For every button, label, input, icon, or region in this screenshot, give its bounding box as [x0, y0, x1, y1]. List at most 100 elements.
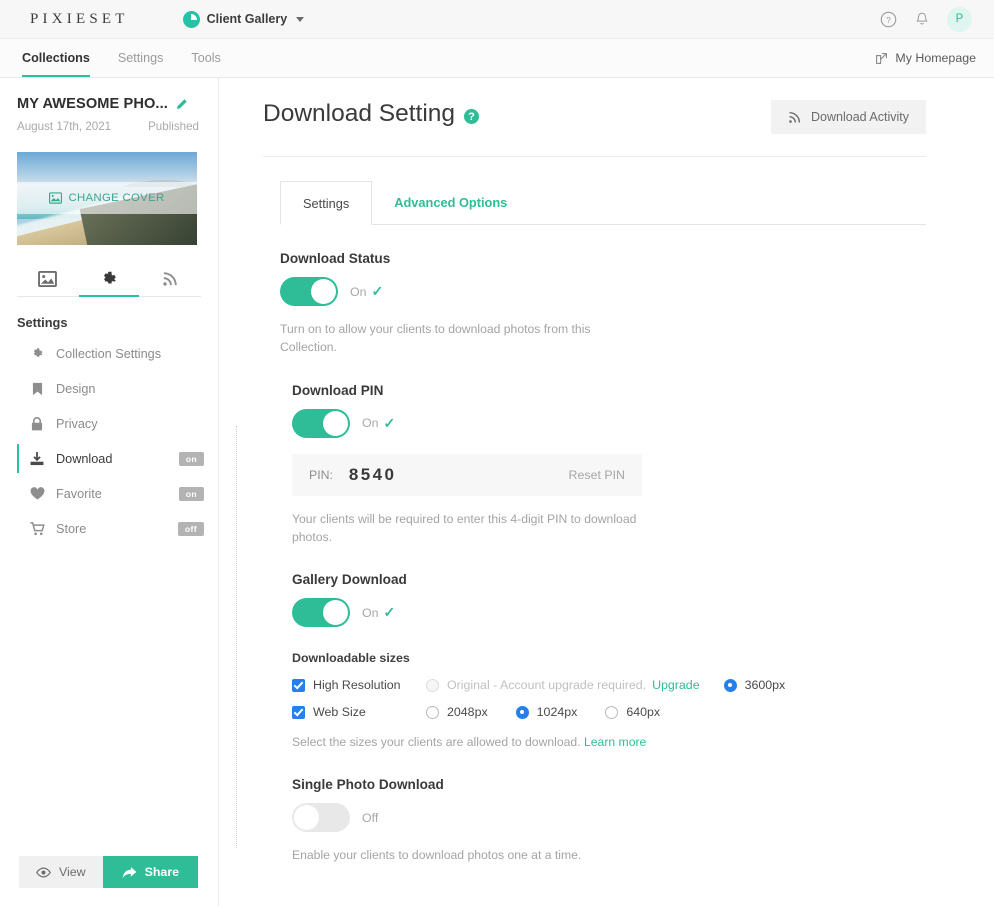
- check-icon: ✓: [383, 604, 396, 621]
- 3600px-radio[interactable]: 3600px: [723, 678, 785, 692]
- heart-icon: [29, 487, 45, 500]
- collection-date: August 17th, 2021: [17, 120, 112, 133]
- collection-title: MY AWESOME PHO...: [17, 96, 168, 112]
- high-resolution-checkbox[interactable]: High Resolution: [292, 678, 426, 692]
- help-icon[interactable]: ?: [464, 109, 480, 124]
- sidebar-item-download[interactable]: Download on: [0, 441, 218, 476]
- workspace-switcher[interactable]: Client Gallery: [182, 10, 305, 28]
- external-link-icon: [876, 52, 888, 64]
- learn-more-link[interactable]: Learn more: [584, 735, 646, 749]
- web-size-label: Web Size: [313, 705, 366, 720]
- single-photo-download-section: Single Photo Download Off Enable your cl…: [263, 751, 994, 864]
- download-pin-section: Download PIN On ✓ PIN: 8540 Reset PIN Yo…: [263, 357, 994, 547]
- upgrade-link[interactable]: Upgrade: [652, 678, 700, 692]
- settings-tabs: Settings Advanced Options: [280, 180, 926, 225]
- view-button[interactable]: View: [18, 856, 103, 888]
- sidebar-item-store[interactable]: Store off: [0, 511, 218, 546]
- toggle-knob: [294, 805, 319, 831]
- sidebar-item-collection-settings[interactable]: Collection Settings: [0, 336, 218, 371]
- sidebar-item-label: Privacy: [56, 416, 98, 431]
- single-photo-toggle[interactable]: [292, 803, 350, 833]
- gear-icon: [29, 347, 45, 360]
- download-pin-hint: Your clients will be required to enter t…: [292, 511, 637, 544]
- top-bar-actions: ? P: [880, 6, 978, 32]
- original-label: Original - Account upgrade required.: [447, 678, 647, 693]
- sidebar-tab-activity[interactable]: [143, 261, 197, 296]
- download-activity-label: Download Activity: [811, 110, 909, 124]
- toggle-state-label: On: [350, 284, 367, 299]
- sidebar-item-privacy[interactable]: Privacy: [0, 406, 218, 441]
- gallery-download-section: Gallery Download On ✓ Downloadable sizes…: [263, 546, 994, 751]
- 640px-label: 640px: [626, 705, 661, 720]
- download-status-hint: Turn on to allow your clients to downloa…: [280, 322, 591, 355]
- checkbox-icon: [292, 678, 305, 692]
- download-status-state: On ✓: [350, 283, 383, 300]
- 2048px-radio[interactable]: 2048px: [426, 705, 488, 719]
- page-title-text: Download Setting: [263, 100, 456, 127]
- gallery-download-toggle[interactable]: [292, 598, 350, 628]
- gallery-download-hint: Select the sizes your clients are allowe…: [292, 733, 712, 751]
- collection-header: MY AWESOME PHO... August 17th, 2021 Publ…: [0, 78, 218, 133]
- sidebar-item-label: Store: [56, 521, 87, 536]
- tab-settings[interactable]: Settings: [280, 181, 373, 225]
- web-size-row: Web Size 2048px 1024px 640px: [292, 705, 994, 719]
- edit-pencil-icon[interactable]: [175, 98, 188, 111]
- cart-icon: [29, 521, 45, 536]
- bookmark-icon: [29, 382, 45, 396]
- sidebar-section-label: Settings: [17, 315, 68, 330]
- sidebar-item-design[interactable]: Design: [0, 371, 218, 406]
- sidebar-icon-tabs: [17, 261, 201, 297]
- my-homepage-link[interactable]: My Homepage: [875, 39, 978, 77]
- toggle-knob: [311, 279, 336, 304]
- sidebar-menu: Collection Settings Design Privacy Downl…: [0, 336, 218, 546]
- cover-image[interactable]: CHANGE COVER: [17, 152, 197, 245]
- page-title: Download Setting ?: [263, 100, 480, 128]
- toggle-knob: [323, 410, 348, 436]
- nav-items: Collections Settings Tools: [16, 39, 235, 77]
- web-size-checkbox[interactable]: Web Size: [292, 705, 426, 719]
- radio-icon: [515, 705, 529, 719]
- eye-icon: [35, 866, 51, 878]
- top-bar: PIXIESET Client Gallery ? P: [0, 0, 994, 39]
- rss-icon: [163, 272, 177, 286]
- bell-icon[interactable]: [914, 11, 930, 28]
- sidebar-tab-photos[interactable]: [21, 261, 75, 296]
- reset-pin-button[interactable]: Reset PIN: [569, 468, 625, 482]
- workspace-label: Client Gallery: [206, 12, 288, 26]
- download-status-toggle-row: On ✓: [280, 277, 994, 306]
- download-status-title: Download Status: [280, 251, 391, 266]
- radio-icon: [723, 678, 737, 692]
- pin-box: PIN: 8540 Reset PIN: [292, 453, 642, 496]
- collection-status: Published: [148, 120, 199, 133]
- my-homepage-label: My Homepage: [895, 51, 976, 65]
- high-resolution-label: High Resolution: [313, 678, 401, 693]
- 1024px-radio[interactable]: 1024px: [515, 705, 578, 720]
- pin-label: PIN:: [309, 467, 333, 482]
- sidebar-tab-settings[interactable]: [82, 261, 136, 296]
- sidebar-footer: View Share: [0, 856, 217, 888]
- gallery-download-title: Gallery Download: [292, 572, 407, 588]
- sidebar-item-favorite[interactable]: Favorite on: [0, 476, 218, 511]
- download-pin-toggle[interactable]: [292, 408, 350, 438]
- nav-item-tools[interactable]: Tools: [177, 39, 234, 77]
- status-badge: off: [177, 521, 204, 536]
- help-icon[interactable]: ?: [880, 11, 897, 28]
- download-activity-button[interactable]: Download Activity: [771, 100, 926, 134]
- checkbox-icon: [292, 705, 305, 719]
- pin-value: 8540: [348, 464, 397, 484]
- change-cover-label: CHANGE COVER: [68, 192, 165, 204]
- 1024px-label: 1024px: [536, 705, 578, 720]
- change-cover-button[interactable]: CHANGE COVER: [17, 182, 197, 214]
- tab-advanced-options[interactable]: Advanced Options: [372, 181, 529, 225]
- share-button[interactable]: Share: [102, 856, 199, 888]
- lock-icon: [29, 416, 45, 431]
- 640px-radio[interactable]: 640px: [605, 705, 660, 719]
- download-status-toggle[interactable]: [280, 277, 338, 306]
- avatar[interactable]: P: [947, 6, 972, 32]
- gallery-download-hint-text: Select the sizes your clients are allowe…: [292, 735, 581, 750]
- single-photo-toggle-row: Off: [292, 803, 994, 833]
- share-arrow-icon: [122, 866, 137, 878]
- nav-item-settings[interactable]: Settings: [104, 39, 178, 77]
- nav-item-collections[interactable]: Collections: [22, 39, 104, 77]
- client-gallery-icon: [182, 10, 200, 28]
